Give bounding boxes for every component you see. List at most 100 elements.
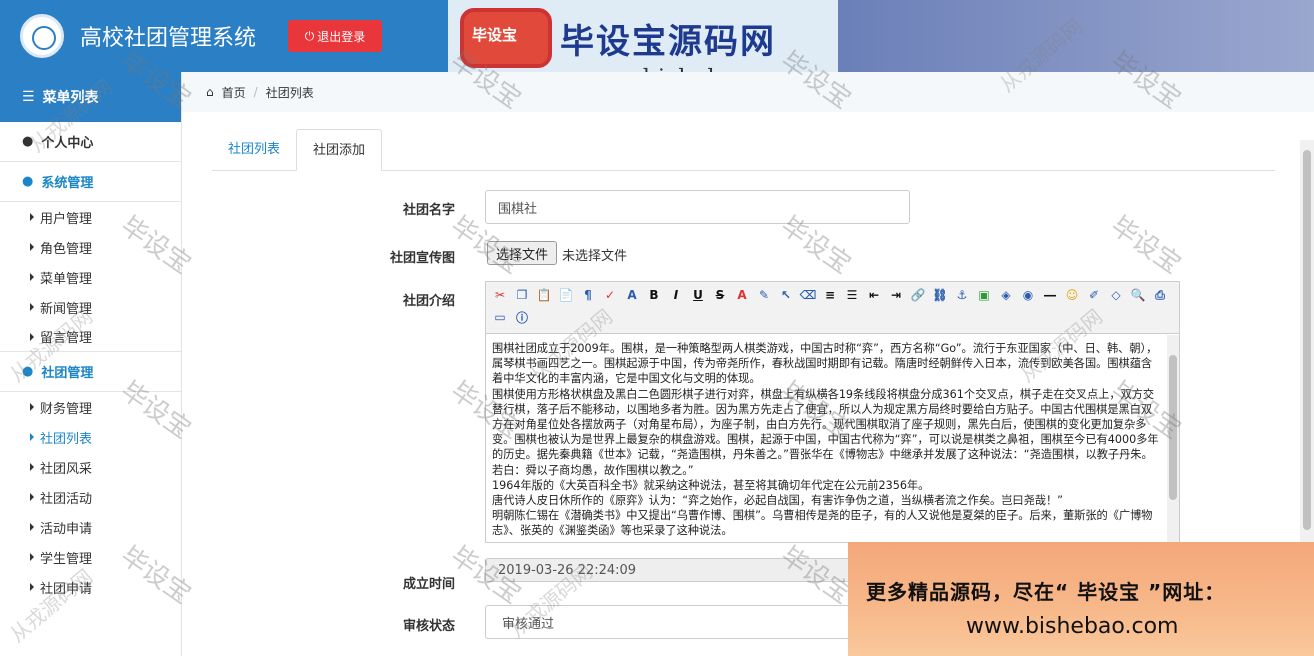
logout-label: 退出登录 [317,29,366,44]
sidebar-item-student-mgmt[interactable]: 学生管理 [0,542,181,572]
select-icon[interactable]: ↖ [776,285,796,305]
link-icon[interactable]: 🔗 [908,285,928,305]
intro-paragraph: 明朝陈仁锡在《潜确类书》中又提出“乌曹作博、围棋”。乌曹相传是尧的臣子，有的人又… [492,509,1153,538]
sidebar-item-news-mgmt[interactable]: 新闻管理 [0,292,181,322]
flash-icon[interactable]: ◈ [996,285,1016,305]
club-name-label: 社团名字 [402,203,455,218]
review-status-label: 审核状态 [402,619,455,634]
choose-file-button[interactable]: 选择文件 [487,241,557,265]
sidebar-item-label: 用户管理 [40,211,93,227]
sidebar-item-menu-mgmt[interactable]: 菜单管理 [0,262,181,292]
sidebar-group-system[interactable]: ● 系统管理 [0,162,181,202]
sidebar-item-label: 社团风采 [40,461,93,477]
sidebar-item-label: 菜单管理 [40,271,93,287]
caret-right-icon [30,332,34,341]
sidebar: ☰ 菜单列表 ● 个人中心 ● 系统管理 用户管理 角色管理 菜单管理 新闻管理… [0,72,182,656]
outdent-icon[interactable]: ⇤ [864,285,884,305]
cut-icon[interactable]: ✂ [490,285,510,305]
sidebar-group-club[interactable]: ● 社团管理 [0,352,181,392]
sidebar-item-label: 学生管理 [40,551,93,567]
format-icon[interactable]: ¶ [578,285,598,305]
tab-club-add[interactable]: 社团添加 [296,129,383,171]
editor-body[interactable]: 围棋社团成立于2009年。围棋，是一种策略型两人棋类游戏，中国古时称“弈”，西方… [486,335,1169,542]
university-logo-icon [20,14,64,58]
intro-paragraph: 围棋社团成立于2009年。围棋，是一种策略型两人棋类游戏，中国古时称“弈”，西方… [492,342,1158,386]
club-intro-label: 社团介绍 [402,294,455,309]
edit-icon[interactable]: ✐ [1084,285,1104,305]
font-icon[interactable]: A [622,285,642,305]
editor-toolbar: ✂ ❐ 📋 📄 ¶ ✓ A B I U S A ✎ ↖ ⌫ ≡ ☰ ⇤ ⇥ 🔗 … [486,282,1179,334]
banner-title: 毕设宝源码网 [560,22,776,62]
ad-overlay: 更多精品源码，尽在“ 毕设宝 ”网址： www.bishebao.com [848,542,1314,656]
menu-list-title: 菜单列表 [42,90,99,106]
club-poster-label: 社团宣传图 [389,251,455,266]
sidebar-item-label: 新闻管理 [40,301,93,317]
indent-icon[interactable]: ⇥ [886,285,906,305]
rich-text-editor: ✂ ❐ 📋 📄 ¶ ✓ A B I U S A ✎ ↖ ⌫ ≡ ☰ ⇤ ⇥ 🔗 … [485,281,1180,543]
breadcrumb-separator: / [253,85,258,99]
sidebar-item-finance[interactable]: 财务管理 [0,392,181,422]
tab-club-list[interactable]: 社团列表 [212,129,296,171]
anchor-icon[interactable]: ⚓ [952,285,972,305]
logout-button[interactable]: ⏻ 退出登录 [288,20,382,52]
emoticon-icon[interactable]: ☺ [1062,285,1082,305]
highlight-icon[interactable]: ✎ [754,285,774,305]
underline-icon[interactable]: U [688,285,708,305]
media-icon[interactable]: ◉ [1018,285,1038,305]
eraser-icon[interactable]: ⌫ [798,285,818,305]
sidebar-item-label: 留言管理 [40,331,93,346]
info-icon[interactable]: ⓘ [512,307,532,327]
hr-icon[interactable]: ― [1040,285,1060,305]
user-icon: ● [22,174,34,189]
ad-url: www.bishebao.com [966,614,1179,639]
sidebar-personal-center[interactable]: ● 个人中心 [0,122,181,162]
source-code-icon[interactable]: ◇ [1106,285,1126,305]
breadcrumb-current: 社团列表 [265,85,314,100]
sidebar-item-label: 角色管理 [40,241,93,257]
breadcrumb-home[interactable]: 首页 [222,84,246,101]
unlink-icon[interactable]: ⛓ [930,285,950,305]
font-color-icon[interactable]: A [732,285,752,305]
sidebar-item-label: 社团活动 [40,491,93,507]
sidebar-item-user-mgmt[interactable]: 用户管理 [0,202,181,232]
editor-scrollbar[interactable] [1167,335,1179,542]
sidebar-item-label: 社团申请 [40,581,93,597]
sidebar-item-club-apply[interactable]: 社团申请 [0,572,181,602]
preview-icon[interactable]: 🔍 [1128,285,1148,305]
menu-list-header[interactable]: ☰ 菜单列表 [0,72,181,122]
fullscreen-icon[interactable]: ▭ [490,307,510,327]
sidebar-item-club-activity[interactable]: 社团活动 [0,482,181,512]
sidebar-item-label: 财务管理 [40,401,93,417]
club-name-input[interactable]: 围棋社 [485,190,910,224]
ordered-list-icon[interactable]: ☰ [842,285,862,305]
sidebar-item-message-mgmt[interactable]: 留言管理 [0,322,181,352]
strikethrough-icon[interactable]: S [710,285,730,305]
caret-right-icon [30,463,34,471]
print-icon[interactable]: ⎙ [1150,285,1170,305]
sidebar-item-club-showcase[interactable]: 社团风采 [0,452,181,482]
header-gradient [838,0,1314,72]
caret-right-icon [30,243,34,251]
user-icon: ● [22,364,34,379]
paste-icon[interactable]: 📋 [534,285,554,305]
image-icon[interactable]: ▣ [974,285,994,305]
sidebar-item-role-mgmt[interactable]: 角色管理 [0,232,181,262]
bold-icon[interactable]: B [644,285,664,305]
sidebar-item-club-list[interactable]: 社团列表 [0,422,181,452]
copy-icon[interactable]: ❐ [512,285,532,305]
intro-paragraph: 唐代诗人皮日休所作的《原弈》认为：“弈之始作，必起自战国，有害诈争伪之道，当纵横… [492,494,1063,508]
italic-icon[interactable]: I [666,285,686,305]
caret-right-icon [30,493,34,501]
user-icon: ● [22,134,34,149]
sidebar-group-label: 社团管理 [41,366,94,381]
paste-text-icon[interactable]: 📄 [556,285,576,305]
intro-paragraph: 围棋使用方形格状棋盘及黑白二色圆形棋子进行对弈，棋盘上有纵横各19条线段将棋盘分… [492,387,1159,477]
ad-text: 更多精品源码，尽在“ 毕设宝 ”网址： [866,580,1226,604]
home-icon: ⌂ [206,85,214,99]
align-left-icon[interactable]: ≡ [820,285,840,305]
power-icon: ⏻ [304,28,315,43]
sidebar-group-label: 系统管理 [41,176,94,191]
caret-right-icon [30,273,34,281]
spellcheck-icon[interactable]: ✓ [600,285,620,305]
sidebar-item-activity-apply[interactable]: 活动申请 [0,512,181,542]
